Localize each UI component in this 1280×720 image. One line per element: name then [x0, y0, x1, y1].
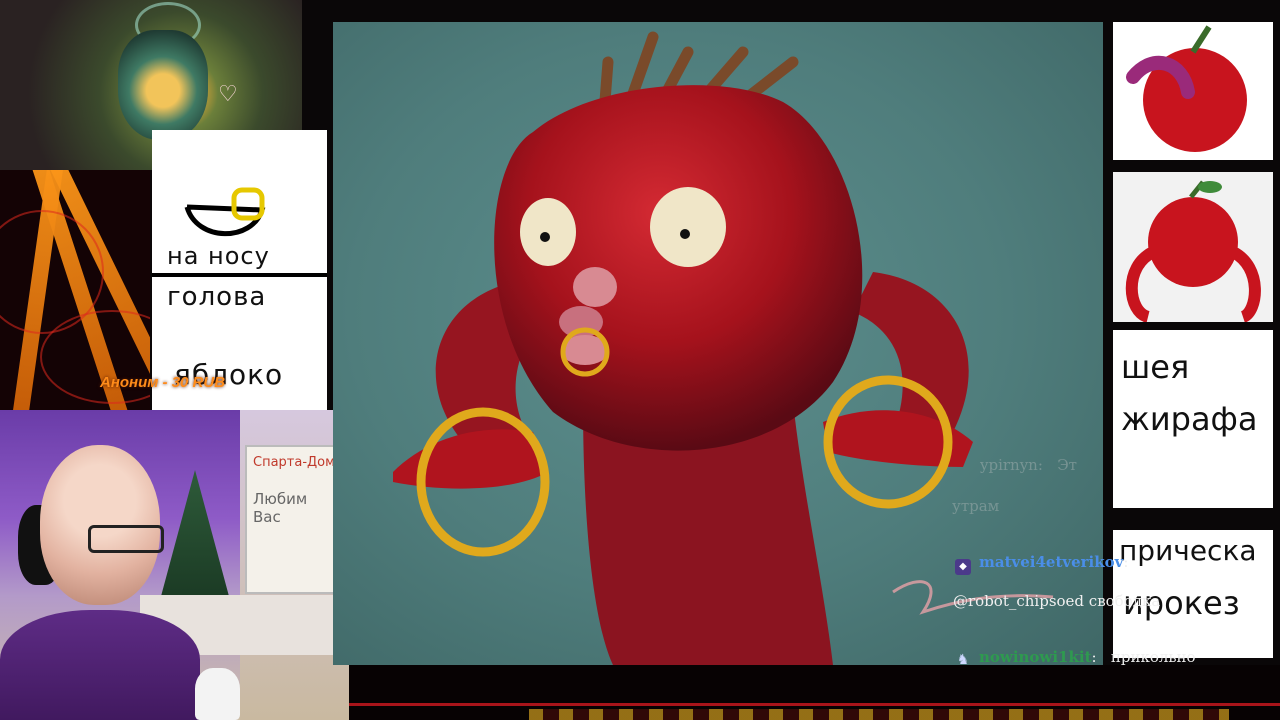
sheet-word-nose: на носу — [167, 242, 270, 270]
board-line-2: Любим Вас — [253, 490, 308, 526]
christmas-tree — [160, 470, 230, 600]
chat-overlay: ypirnyn: Эт утрам ◆ matvei4etverikov: @ro… — [925, 440, 1275, 670]
chat-faded-text: Эт — [1057, 456, 1077, 474]
streamer-shirt — [0, 610, 200, 720]
bottom-red-line — [349, 703, 1280, 706]
character-mask — [118, 30, 208, 140]
whiteboard: Спарта-Дом Любим Вас — [245, 445, 344, 594]
chat-username-1[interactable]: matvei4etverikov — [979, 553, 1123, 571]
donation-alert: Аноним - 30 RUB — [100, 374, 226, 391]
ref-word-giraffe: жирафа — [1121, 400, 1258, 438]
nose-ring-doodle — [184, 187, 266, 237]
badge-icon: ◆ — [955, 559, 971, 575]
reference-sheet: на носу голова яблоко — [152, 130, 327, 410]
chat-faded-user: ypirnyn — [980, 456, 1038, 474]
chat-username-3[interactable]: nowinowi1kit — [979, 648, 1092, 666]
chat-colon-3: : — [1091, 648, 1111, 666]
chat-colon-1: : — [1123, 553, 1129, 571]
heart-icon: ♡ — [218, 82, 238, 107]
chat-faded-continuation: утрам — [952, 497, 1000, 515]
glasses — [88, 525, 164, 553]
chat-faded-message: ypirnyn: Эт — [980, 456, 1077, 474]
board-line-1: Спарта-Дом — [253, 455, 335, 470]
bottom-bar — [349, 665, 1280, 720]
chat-text-3: прикольно — [1110, 648, 1196, 666]
chat-message-2-text: @robot_chipsoed свободка — [953, 592, 1161, 610]
ref-word-neck: шея — [1121, 348, 1190, 386]
chat-message-1: ◆ matvei4etverikov: — [955, 553, 1128, 575]
ref-apple-legs — [1113, 172, 1273, 323]
humidifier — [195, 668, 240, 720]
bottom-pattern — [529, 709, 1229, 720]
sheet-word-head: голова — [167, 282, 267, 312]
ref-apple-worm — [1113, 22, 1273, 160]
webcam-feed: Спарта-Дом Любим Вас — [0, 410, 349, 720]
